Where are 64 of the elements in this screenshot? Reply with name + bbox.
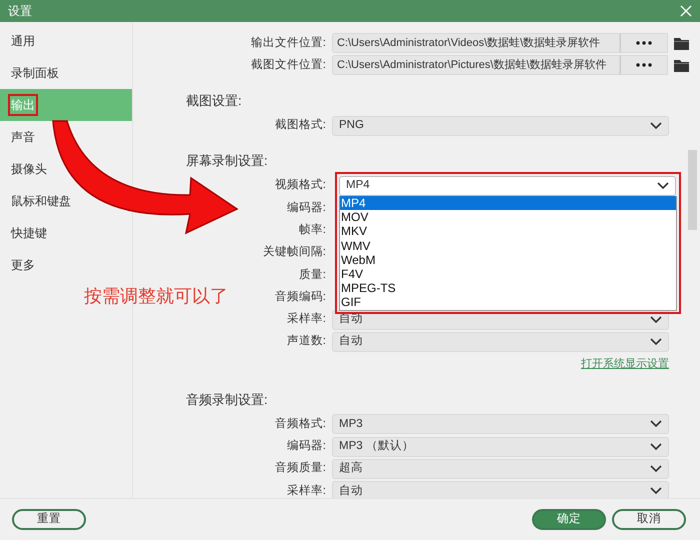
sidebar-item[interactable]: 快捷键 [8, 222, 50, 244]
sidebar-item[interactable]: 声音 [8, 126, 38, 148]
cancel-button[interactable]: 取消 [612, 509, 686, 530]
dropdown-option[interactable]: MOV [340, 210, 676, 224]
confirm-button[interactable]: 确定 [532, 509, 606, 530]
folder-icon[interactable] [674, 58, 689, 72]
field-label: 音频质量: [274, 460, 326, 476]
field-label: 采样率: [286, 484, 326, 498]
chevron-down-icon [650, 465, 662, 473]
chevron-down-icon [650, 442, 662, 451]
select-field[interactable]: 自动 [332, 332, 669, 352]
section-heading: 截图设置: [185, 92, 243, 110]
field-label: 输出文件位置: [250, 36, 326, 51]
dropdown-option[interactable]: WebM [340, 252, 676, 267]
chevron-down-icon [657, 182, 669, 190]
field-label: 采样率: [286, 312, 326, 328]
section-heading: 屏幕录制设置: [185, 152, 269, 170]
window-title: 设置 [8, 3, 32, 20]
dropdown-option[interactable]: F4V [340, 266, 676, 282]
dropdown-option[interactable]: MKV [340, 224, 676, 239]
select-field[interactable]: MP3 （默认） [332, 436, 669, 457]
chevron-down-icon [650, 420, 662, 428]
chevron-down-icon [650, 316, 662, 324]
more-button[interactable] [620, 55, 668, 76]
field-label: 音频格式: [274, 416, 326, 432]
annotation-text: 按需调整就可以了 [84, 285, 228, 308]
field-label: 视频格式: [274, 178, 326, 194]
chevron-down-icon [650, 338, 662, 346]
close-icon[interactable] [680, 5, 692, 17]
chevron-down-icon [650, 487, 662, 496]
field-label: 关键帧间隔: [262, 244, 326, 260]
field-label: 编码器: [286, 200, 326, 216]
dropdown-option[interactable]: MPEG-TS [340, 281, 676, 296]
select-field[interactable]: 自动 [332, 481, 669, 498]
sidebar-item[interactable]: 录制面板 [8, 62, 62, 84]
field-label: 帧率: [298, 222, 326, 238]
dropdown-option[interactable]: GIF [340, 295, 676, 310]
scrollbar-thumb[interactable] [688, 150, 697, 230]
path-field[interactable]: C:\Users\Administrator\Pictures\数据蛙\数据蛙录屏软件 [332, 55, 620, 76]
select-field[interactable]: PNG [332, 116, 669, 136]
field-label: 质量: [298, 268, 326, 283]
field-label: 截图格式: [274, 118, 326, 134]
field-label: 编码器: [286, 438, 326, 454]
chevron-down-icon [650, 122, 662, 130]
field-label: 声道数: [286, 334, 326, 350]
section-heading: 音频录制设置: [185, 390, 269, 409]
sidebar-item[interactable]: 摄像头 [8, 158, 50, 180]
settings-link[interactable]: 打开系统显示设置 [133, 353, 669, 376]
folder-icon[interactable] [674, 36, 689, 50]
select-field[interactable]: MP4 [339, 176, 676, 196]
sidebar-item[interactable]: 鼠标和键盘 [8, 190, 74, 212]
sidebar-item[interactable]: 通用 [8, 30, 38, 52]
dropdown-option[interactable]: MP4 [340, 196, 676, 210]
dots-icon [636, 63, 652, 68]
sidebar-item[interactable]: 更多 [8, 254, 38, 276]
path-field[interactable]: C:\Users\Administrator\Videos\数据蛙\数据蛙录屏软件 [332, 33, 620, 54]
field-label: 截图文件位置: [250, 58, 326, 73]
reset-button[interactable]: 重置 [12, 509, 86, 530]
more-button[interactable] [620, 33, 668, 54]
select-field[interactable]: 超高 [332, 459, 669, 479]
select-field[interactable]: MP3 [332, 414, 669, 434]
field-label: 音频编码: [274, 289, 326, 305]
dots-icon [636, 41, 652, 46]
dropdown-option[interactable]: WMV [340, 238, 676, 253]
